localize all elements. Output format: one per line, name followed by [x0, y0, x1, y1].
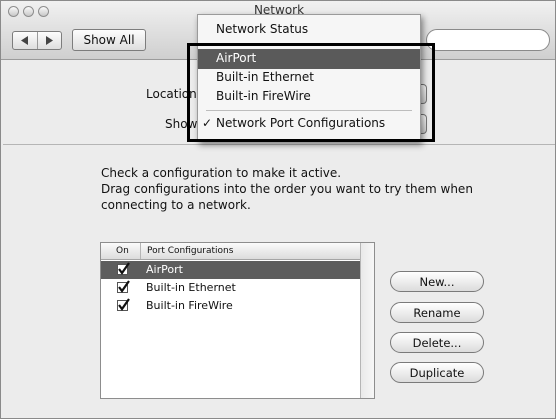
list-header: On Port Configurations	[101, 243, 362, 260]
port-configurations-list[interactable]: On Port Configurations AirPort Built-in …	[100, 242, 375, 399]
rename-button[interactable]: Rename	[390, 302, 484, 323]
checkbox-built-in-firewire[interactable]	[117, 298, 130, 311]
list-item-built-in-firewire[interactable]: Built-in FireWire	[101, 297, 362, 315]
checkmark-icon	[118, 262, 130, 275]
instruction-line: Drag configurations into the order you w…	[101, 182, 473, 196]
divider	[3, 144, 555, 145]
list-item-label: Built-in Ethernet	[146, 281, 236, 294]
show-all-button[interactable]: Show All	[72, 29, 146, 51]
back-button[interactable]	[13, 32, 37, 49]
new-button[interactable]: New...	[390, 271, 484, 292]
checkbox-built-in-ethernet[interactable]	[117, 280, 130, 293]
delete-button[interactable]: Delete...	[390, 332, 484, 353]
column-header-port-configurations[interactable]: Port Configurations	[141, 243, 233, 259]
forward-button[interactable]	[36, 32, 62, 49]
callout-highlight-box	[187, 43, 435, 142]
back-forward-buttons	[12, 31, 62, 50]
forward-arrow-icon	[46, 36, 54, 45]
checkmark-icon	[118, 280, 130, 293]
network-preferences-window: Network Show All Location: Show: Check a…	[0, 0, 556, 419]
checkmark-icon	[118, 298, 130, 311]
duplicate-button[interactable]: Duplicate	[390, 362, 484, 383]
minimize-window-button[interactable]	[23, 6, 34, 17]
zoom-window-button[interactable]	[38, 6, 49, 17]
list-item-label: AirPort	[146, 263, 183, 276]
list-item-built-in-ethernet[interactable]: Built-in Ethernet	[101, 279, 362, 297]
menu-item-label: Network Status	[216, 22, 309, 36]
back-arrow-icon	[20, 36, 28, 45]
instructions-text: Check a configuration to make it active.…	[101, 165, 473, 213]
list-item-label: Built-in FireWire	[146, 299, 233, 312]
menu-item-network-status[interactable]: Network Status	[198, 20, 420, 40]
search-field[interactable]	[426, 29, 550, 51]
checkbox-airport[interactable]	[117, 262, 130, 275]
close-window-button[interactable]	[8, 6, 19, 17]
list-scrollbar[interactable]	[360, 243, 374, 398]
column-header-on[interactable]: On	[101, 243, 141, 259]
list-item-airport[interactable]: AirPort	[101, 261, 362, 279]
instruction-line: connecting to a network.	[101, 198, 251, 212]
instruction-line: Check a configuration to make it active.	[101, 166, 342, 180]
